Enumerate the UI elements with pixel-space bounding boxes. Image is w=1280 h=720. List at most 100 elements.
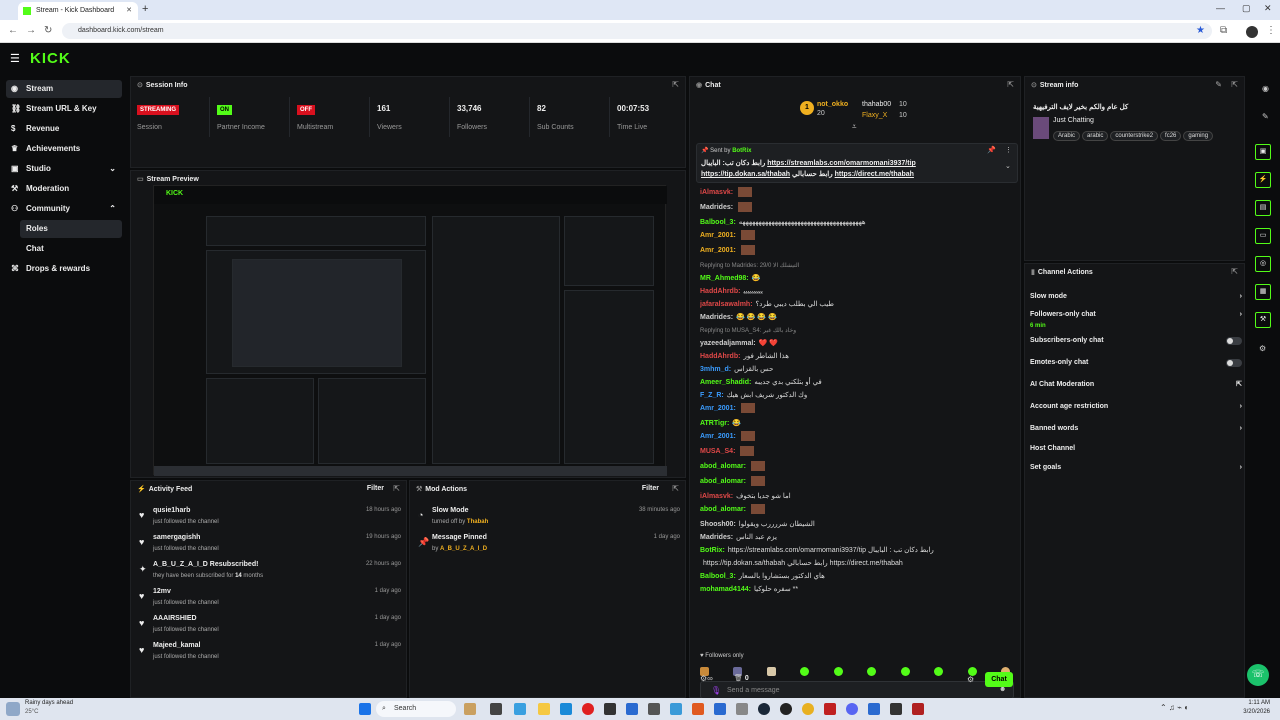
banned-words-row[interactable]: Banned words › (1030, 422, 1242, 436)
subscribers-only-toggle[interactable] (1226, 337, 1242, 345)
sidebar-item-moderation[interactable]: ⚒ Moderation (6, 180, 122, 198)
taskbar-app-icon[interactable] (670, 703, 682, 715)
top-gifter-name[interactable]: not_okko (817, 101, 848, 108)
chat-username[interactable]: Balbool_3: (700, 573, 736, 580)
support-chat-icon[interactable]: ☏ (1247, 664, 1269, 686)
chat-username[interactable]: Shoosh00: (700, 521, 736, 528)
set-goals-row[interactable]: Set goals › (1030, 461, 1242, 475)
taskbar-app-icon[interactable] (464, 703, 476, 715)
host-channel-row[interactable]: Host Channel (1030, 442, 1242, 456)
feed-name[interactable]: Majeed_kamal (153, 642, 200, 649)
sidebar-item-roles[interactable]: Roles (20, 220, 122, 238)
chat-username[interactable]: abod_alomar: (700, 506, 746, 513)
chevron-down-icon[interactable]: ⌄ (1005, 162, 1011, 170)
bookmark-star-icon[interactable]: ★ (1196, 25, 1205, 36)
sidebar-item-revenue[interactable]: $ Revenue (6, 120, 122, 138)
sidebar-item-studio[interactable]: ▣ Studio ⌄ (6, 160, 122, 178)
rail-info-icon[interactable]: ◉ (1262, 84, 1269, 93)
chat-username[interactable]: F_Z_R: (700, 392, 724, 399)
slow-mode-row[interactable]: Slow mode › (1030, 290, 1242, 304)
back-icon[interactable]: ← (8, 25, 18, 36)
rail-chat-button[interactable]: ▭ (1255, 228, 1271, 244)
chat-send-button[interactable]: Chat (985, 672, 1013, 687)
weather-line-1[interactable]: Rainy days ahead (25, 700, 73, 706)
taskbar-search[interactable]: ⌕ Search (376, 701, 456, 717)
taskbar-app-icon[interactable] (868, 703, 880, 715)
chrome-icon[interactable] (802, 703, 814, 715)
emote-icon[interactable] (800, 667, 809, 676)
rail-activity-button[interactable]: ⚡ (1255, 172, 1271, 188)
close-window-icon[interactable]: ✕ (1264, 3, 1272, 14)
new-tab-button[interactable]: + (142, 3, 148, 15)
popout-icon[interactable]: ⇱ (1007, 80, 1014, 89)
feed-name[interactable]: qusie1harb (153, 507, 190, 514)
chat-username[interactable]: 3mhm_d: (700, 366, 731, 373)
chat-username[interactable]: Amr_2001: (700, 232, 736, 239)
chat-username[interactable]: abod_alomar: (700, 478, 746, 485)
rail-edit-icon[interactable]: ✎ (1262, 112, 1269, 121)
chat-username[interactable]: Amr_2001: (700, 405, 736, 412)
sidebar-item-chat[interactable]: Chat (20, 240, 122, 258)
rail-widget-button[interactable]: ▣ (1255, 144, 1271, 160)
chat-username[interactable]: Ameer_Shadid: (700, 379, 751, 386)
chat-username[interactable]: iAlmasvk: (700, 493, 733, 500)
chat-username[interactable]: abod_alomar: (700, 463, 746, 470)
extensions-icon[interactable]: ⧉ (1220, 25, 1227, 36)
browser-menu-icon[interactable]: ⋮ (1266, 25, 1276, 36)
obs-icon[interactable] (780, 703, 792, 715)
feed-name[interactable]: samergagishh (153, 534, 200, 541)
kick-logo[interactable]: KICK (30, 50, 71, 67)
popout-icon[interactable]: ⇱ (393, 484, 400, 493)
rail-broadcast-button[interactable]: ◎ (1255, 256, 1271, 272)
more-options-icon[interactable]: ⋮ (1005, 146, 1012, 154)
sidebar-item-stream[interactable]: ◉ Stream (6, 80, 122, 98)
profile-avatar[interactable] (1246, 26, 1258, 38)
chat-settings-icon[interactable]: ⚙ (967, 675, 974, 684)
chat-username[interactable]: Madrides: (700, 314, 733, 321)
emotes-only-toggle[interactable] (1226, 359, 1242, 367)
popout-icon[interactable]: ⇱ (1231, 80, 1238, 89)
forward-icon[interactable]: → (26, 25, 36, 36)
sidebar-item-community[interactable]: ⚇ Community ⌃ (6, 200, 122, 218)
maximize-icon[interactable]: ▢ (1242, 3, 1251, 14)
taskbar-app-icon[interactable] (714, 703, 726, 715)
chat-username[interactable]: Madrides: (700, 204, 733, 211)
filter-button[interactable]: Filter (367, 485, 384, 492)
emoji-icon[interactable]: ☻ (999, 686, 1006, 693)
reload-icon[interactable]: ↻ (44, 25, 52, 36)
popout-icon[interactable]: ⇱ (672, 484, 679, 493)
stream-preview-video[interactable]: KICK (153, 185, 667, 476)
chat-username[interactable]: HaddAhrdb: (700, 288, 740, 295)
chat-username[interactable]: MR_Ahmed98: (700, 275, 749, 282)
taskbar-app-icon[interactable] (514, 703, 526, 715)
taskbar-app-icon[interactable] (824, 703, 836, 715)
minimize-icon[interactable]: — (1216, 3, 1225, 13)
system-tray-icons[interactable]: ⌃ ♫ ⌁ ◐ (1160, 703, 1189, 712)
emote-icon[interactable] (934, 667, 943, 676)
chat-username[interactable]: ATRTigr: (700, 420, 729, 427)
chat-username[interactable]: BotRix: (700, 547, 725, 554)
gifter-name[interactable]: thahab00 (862, 101, 891, 108)
chat-username[interactable]: Amr_2001: (700, 247, 736, 254)
chat-username[interactable]: Balbool_3: (700, 219, 736, 226)
sidebar-item-drops[interactable]: ⌘ Drops & rewards (6, 260, 122, 278)
filter-button[interactable]: Filter (642, 485, 659, 492)
user-settings-icon[interactable]: ⚙∞ (700, 674, 713, 683)
microphone-icon[interactable]: 🎙 (711, 686, 721, 695)
popout-icon[interactable]: ⇱ (672, 80, 679, 89)
rail-layout-button[interactable]: ▦ (1255, 284, 1271, 300)
file-explorer-icon[interactable] (538, 703, 550, 715)
chat-username[interactable]: Amr_2001: (700, 433, 736, 440)
edit-icon[interactable]: ✎ (1215, 80, 1222, 89)
emote-icon[interactable] (767, 667, 776, 676)
feed-name[interactable]: AAAIRSHIED (153, 615, 197, 622)
popout-icon[interactable]: ⇱ (1231, 267, 1238, 276)
feed-name[interactable]: 12mv (153, 588, 171, 595)
rail-settings-icon[interactable]: ⚙ (1259, 344, 1266, 353)
emote-icon[interactable] (867, 667, 876, 676)
edge-icon[interactable] (560, 703, 572, 715)
opera-icon[interactable] (582, 703, 594, 715)
chat-username[interactable]: iAlmasvk: (700, 189, 733, 196)
rail-notes-button[interactable]: ▤ (1255, 200, 1271, 216)
close-tab-icon[interactable]: ✕ (126, 2, 132, 20)
